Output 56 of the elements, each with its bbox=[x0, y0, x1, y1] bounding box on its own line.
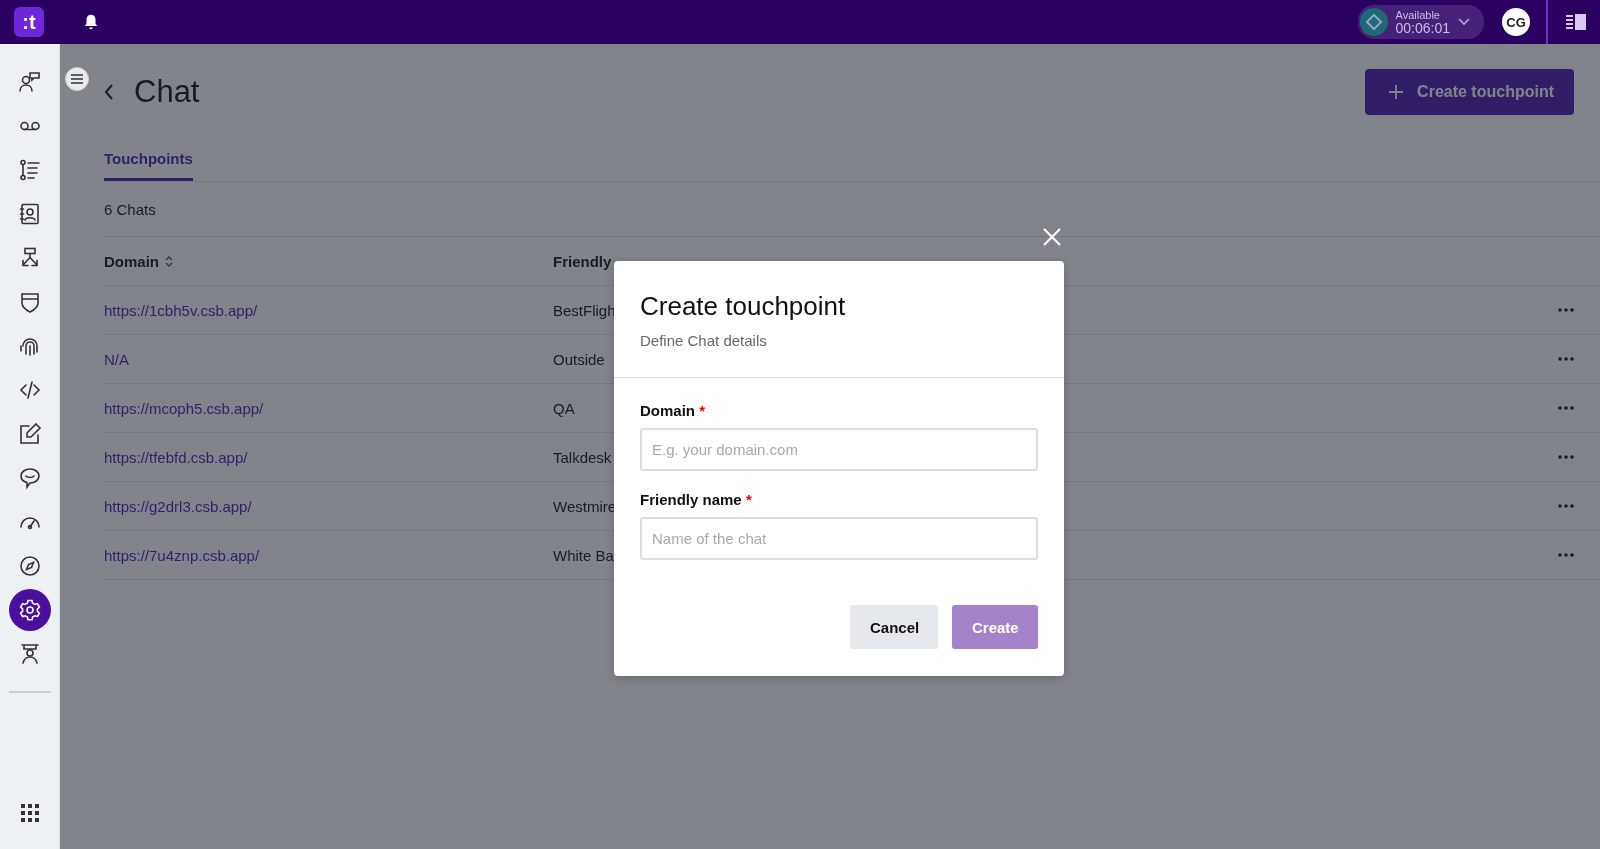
menu-icon bbox=[71, 74, 83, 84]
status-selector[interactable]: Available 00:06:01 bbox=[1357, 5, 1484, 39]
column-header[interactable]: Domain bbox=[104, 252, 159, 270]
input-field[interactable]: Name of the chat bbox=[640, 517, 1038, 560]
domain-link[interactable]: https://7u4znp.csb.app/ bbox=[104, 546, 260, 564]
chat-count: 6 Chats bbox=[104, 182, 1600, 237]
status-timer: 00:06:01 bbox=[1395, 20, 1450, 35]
more-options-icon[interactable] bbox=[1558, 504, 1574, 508]
required-mark: * bbox=[745, 491, 752, 508]
speech-person-icon bbox=[17, 70, 42, 94]
plus-icon bbox=[1389, 85, 1404, 99]
close-icon[interactable] bbox=[1043, 228, 1061, 246]
dialog-subtitle: Define Chat details bbox=[640, 332, 768, 349]
menu-toggle-button[interactable] bbox=[65, 67, 89, 91]
dialog-title: Create touchpoint bbox=[640, 291, 847, 322]
sort-icon[interactable] bbox=[165, 255, 173, 267]
logo[interactable]: :t bbox=[14, 7, 44, 37]
list-icon bbox=[17, 158, 42, 182]
table-cell: Talkdesk bbox=[553, 448, 612, 466]
user-avatar[interactable]: CG bbox=[1502, 8, 1530, 36]
table-cell: BestFligh bbox=[553, 301, 616, 319]
required-mark: * bbox=[699, 402, 706, 419]
chat-bubble-icon bbox=[17, 466, 42, 490]
table-cell: Outside bbox=[553, 350, 605, 368]
column-header[interactable]: Friendly bbox=[553, 252, 612, 270]
cancel-button[interactable]: Cancel bbox=[850, 605, 938, 649]
side-panel-icon[interactable] bbox=[1566, 14, 1586, 30]
domain-link[interactable]: https://mcoph5.csb.app/ bbox=[104, 399, 264, 417]
more-options-icon[interactable] bbox=[1558, 455, 1574, 459]
domain-link[interactable]: https://1cbh5v.csb.app/ bbox=[104, 301, 258, 319]
field-label: Domain bbox=[640, 402, 695, 419]
page-title: Chat bbox=[134, 74, 200, 110]
more-options-icon[interactable] bbox=[1558, 406, 1574, 410]
field-label: Friendly name bbox=[640, 491, 742, 508]
status-label: Available bbox=[1395, 9, 1441, 21]
settings-icon bbox=[17, 598, 42, 622]
apps-grid-icon[interactable] bbox=[19, 803, 40, 823]
domain-link[interactable]: N/A bbox=[104, 350, 129, 368]
input-field[interactable]: E.g. your domain.com bbox=[640, 428, 1038, 471]
code-icon bbox=[17, 378, 42, 402]
create-touchpoint-button[interactable]: Create touchpoint bbox=[1365, 69, 1574, 115]
table-cell: QA bbox=[553, 399, 575, 417]
tab[interactable]: Touchpoints bbox=[104, 140, 193, 181]
more-options-icon[interactable] bbox=[1558, 357, 1574, 361]
sidebar-item-selected[interactable] bbox=[8, 589, 51, 631]
table-cell: White Ba bbox=[553, 546, 614, 564]
bell-icon[interactable] bbox=[82, 13, 100, 31]
chevron-down-icon bbox=[1458, 18, 1470, 26]
domain-link[interactable]: https://tfebfd.csb.app/ bbox=[104, 448, 248, 466]
edit-icon bbox=[17, 422, 42, 446]
compass-icon bbox=[17, 554, 42, 578]
more-options-icon[interactable] bbox=[1558, 553, 1574, 557]
table-cell: Westmire bbox=[553, 497, 617, 515]
domain-link[interactable]: https://g2drl3.csb.app/ bbox=[104, 497, 252, 515]
more-options-icon[interactable] bbox=[1558, 308, 1574, 312]
contact-book-icon bbox=[17, 202, 42, 226]
